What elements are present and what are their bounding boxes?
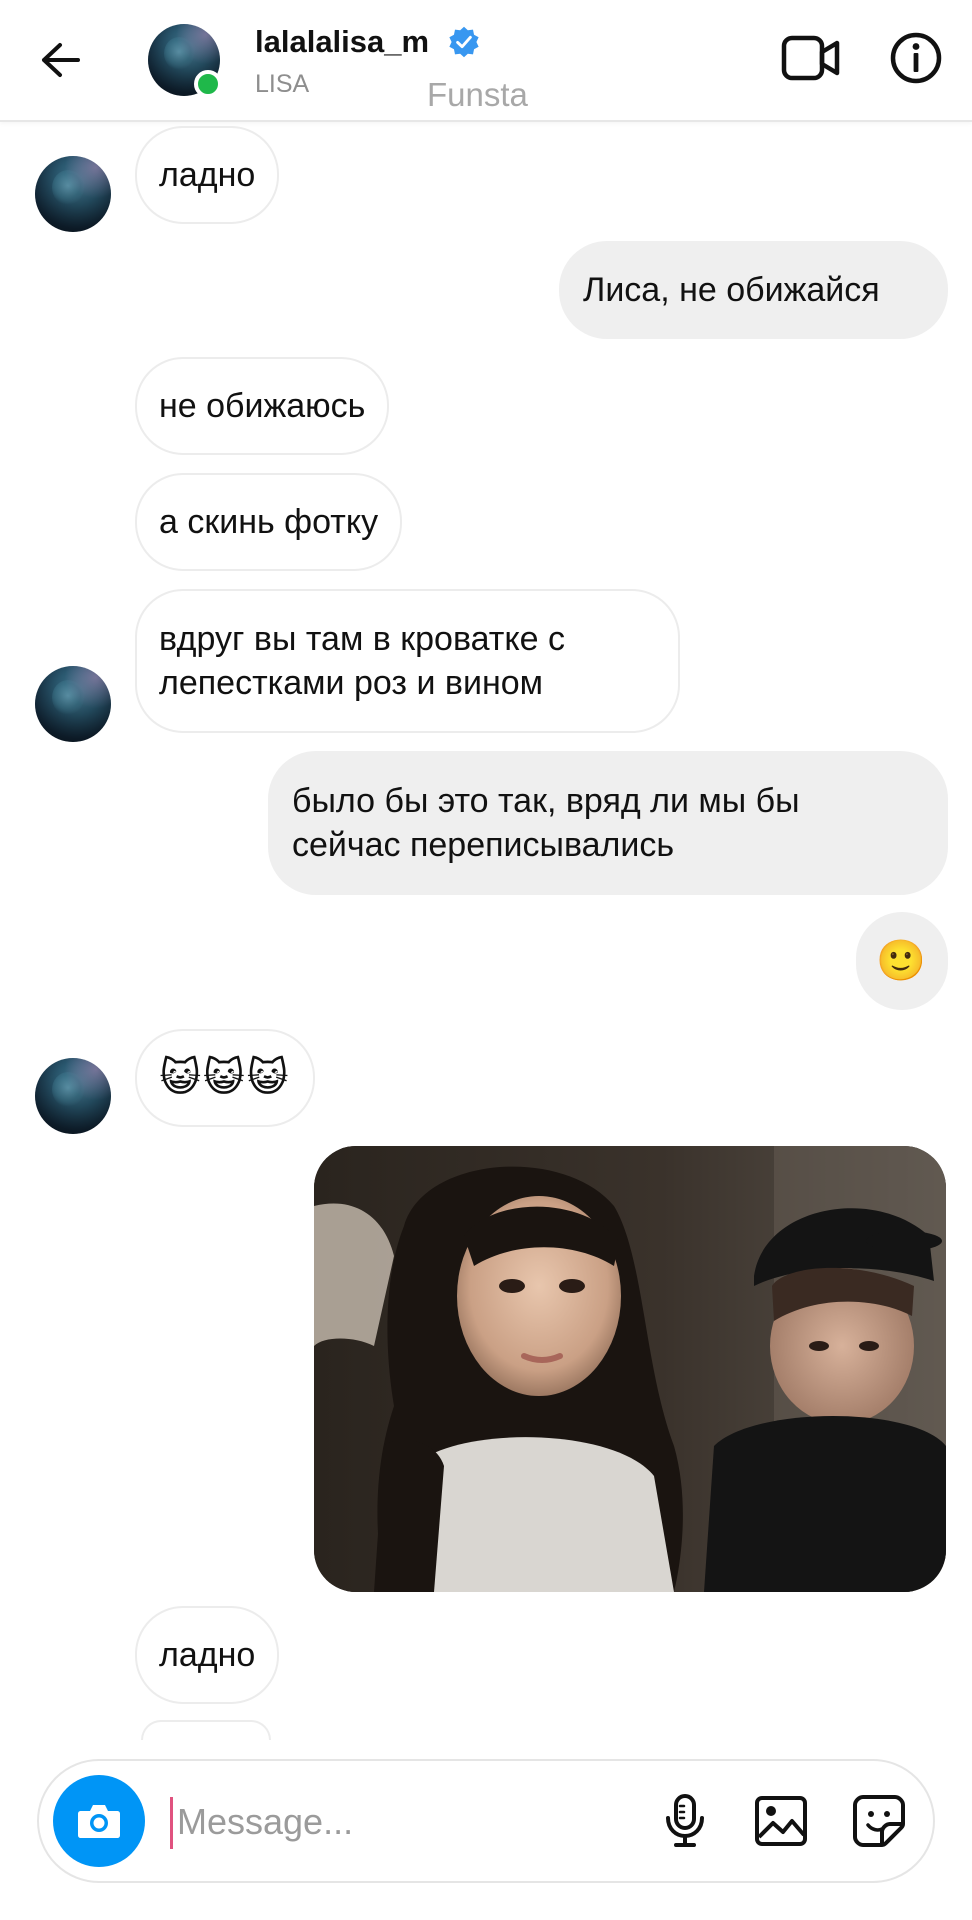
- microphone-button[interactable]: [653, 1789, 717, 1853]
- sender-avatar: [35, 156, 111, 232]
- avatar: [35, 1058, 111, 1134]
- message-bubble-partial: [141, 1720, 271, 1740]
- arrow-left-icon: [42, 43, 80, 77]
- chat-username[interactable]: lalalalisa_m: [255, 24, 481, 60]
- gallery-icon: [755, 1796, 807, 1846]
- info-icon: [890, 32, 942, 84]
- message-text-line: вдруг вы там в кроватке с: [159, 620, 565, 658]
- online-status-dot: [194, 70, 222, 98]
- message-bubble-received[interactable]: 😺😺😺: [135, 1029, 315, 1127]
- chat-header: lalalalisa_m LISA Funsta: [0, 0, 972, 122]
- message-bubble-sent[interactable]: Лиса, не обижайся: [559, 241, 948, 339]
- shared-photo: [314, 1146, 946, 1592]
- video-call-button[interactable]: [780, 30, 842, 86]
- message-emoji: 😺😺😺: [159, 1056, 291, 1100]
- text-cursor: [170, 1797, 173, 1849]
- message-text-line: лепестками роз и вином: [159, 664, 544, 702]
- message-bubble-sent[interactable]: было бы это так, вряд ли мы бы сейчас пе…: [268, 751, 948, 895]
- message-text: ладно: [159, 1636, 256, 1674]
- avatar: [35, 156, 111, 232]
- photo-message[interactable]: [314, 1146, 946, 1592]
- message-bubble-received[interactable]: вдруг вы там в кроватке с лепестками роз…: [135, 589, 680, 733]
- username-text: lalalalisa_m: [255, 24, 430, 59]
- avatar: [35, 666, 111, 742]
- back-button[interactable]: [34, 34, 86, 86]
- header-avatar[interactable]: [148, 24, 222, 98]
- message-text: ладно: [159, 156, 256, 194]
- message-bubble-received[interactable]: а скинь фотку: [135, 473, 403, 571]
- message-bubble-received[interactable]: ладно: [135, 126, 280, 224]
- sticker-button[interactable]: [847, 1789, 911, 1853]
- verified-badge-icon: [449, 26, 479, 58]
- sender-avatar: [35, 666, 111, 742]
- message-composer: [37, 1759, 935, 1883]
- video-camera-icon: [781, 35, 840, 81]
- message-text: Лиса, не обижайся: [583, 271, 880, 309]
- sender-avatar: [35, 1058, 111, 1134]
- message-bubble-received[interactable]: не обижаюсь: [135, 357, 390, 455]
- microphone-icon: [666, 1794, 704, 1847]
- message-bubble-sent[interactable]: 🙂: [856, 912, 948, 1010]
- message-input[interactable]: [177, 1789, 647, 1855]
- message-bubble-received[interactable]: ладно: [135, 1606, 280, 1704]
- sticker-icon: [853, 1795, 905, 1847]
- message-text: а скинь фотку: [159, 503, 379, 541]
- camera-icon: [78, 1805, 120, 1838]
- message-text-line: сейчас переписывались: [292, 826, 675, 864]
- message-text: не обижаюсь: [159, 387, 366, 425]
- message-emoji: 🙂: [876, 939, 928, 983]
- message-text-line: было бы это так, вряд ли мы бы: [292, 782, 800, 820]
- info-button[interactable]: [888, 30, 944, 86]
- overlay-caption: Funsta: [427, 76, 528, 113]
- chat-display-name: LISA: [255, 70, 310, 98]
- camera-button[interactable]: [53, 1775, 145, 1867]
- gallery-button[interactable]: [749, 1789, 813, 1853]
